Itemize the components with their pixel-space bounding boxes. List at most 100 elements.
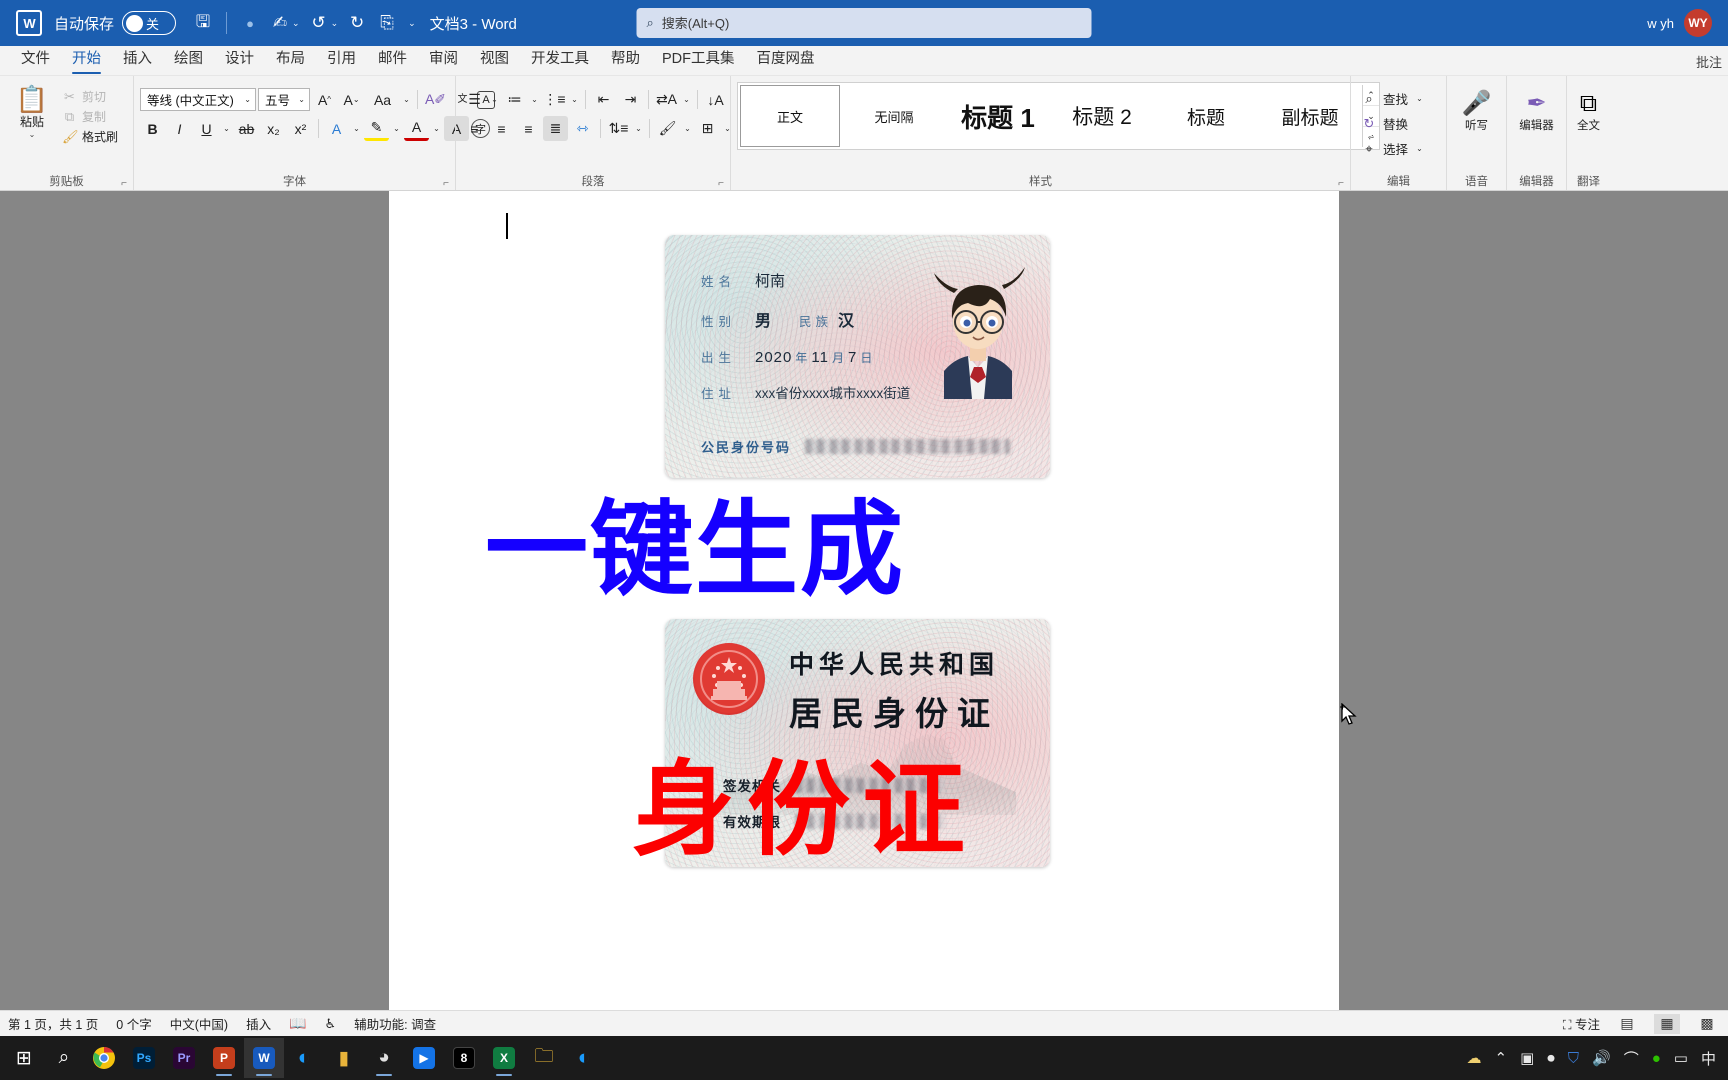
ime-indicator[interactable]: 中 [1701, 1048, 1716, 1069]
format-painter-button[interactable]: 🖌 格式刷 [62, 128, 118, 145]
tab-pdf-tools[interactable]: PDF工具集 [651, 43, 746, 75]
search-box[interactable]: ⌕ [636, 8, 1092, 38]
replace-button[interactable]: ↻ 替换 [1357, 112, 1408, 135]
redo-icon[interactable]: ↻ [342, 8, 372, 38]
focus-button[interactable]: ⛶ 专注 [1563, 1014, 1600, 1033]
search-taskbar-icon[interactable]: ⌕ [44, 1038, 84, 1078]
tab-developer[interactable]: 开发工具 [520, 43, 600, 75]
premiere-icon[interactable]: Pr [164, 1038, 204, 1078]
bullets-chevron-down-icon[interactable]: ⌄ [489, 95, 500, 104]
numbered-list-icon[interactable]: ≔ [502, 87, 527, 112]
increase-indent-icon[interactable]: ⇥ [618, 87, 643, 112]
search-input[interactable] [661, 15, 1082, 31]
word-icon[interactable]: W [244, 1038, 284, 1078]
avatar[interactable]: WY [1684, 9, 1712, 37]
wechat-icon[interactable]: ● [1652, 1050, 1661, 1067]
video-editor-icon[interactable]: ▶ [404, 1038, 444, 1078]
show-hidden-icons-chevron[interactable]: ⌃ [1494, 1049, 1507, 1067]
language-label[interactable]: 中文(中国) [170, 1014, 228, 1033]
chrome-icon[interactable] [84, 1038, 124, 1078]
tab-insert[interactable]: 插入 [112, 43, 163, 75]
style-item-heading-1[interactable]: 标题 1 [948, 85, 1048, 147]
find-button[interactable]: ⌕ 查找 ⌄ [1357, 87, 1425, 110]
highlight-color-icon[interactable]: ✎ [364, 116, 389, 141]
tab-mailings[interactable]: 邮件 [367, 43, 418, 75]
bold-button[interactable]: B [140, 116, 165, 141]
undo-icon[interactable]: ↺ [304, 8, 334, 38]
print-layout-icon[interactable]: ▦ [1654, 1013, 1680, 1034]
font-size-chevron-down-icon[interactable]: ⌄ [298, 95, 305, 104]
asian-layout-chevron-down-icon[interactable]: ⌄ [681, 95, 692, 104]
text-effects-chevron-down-icon[interactable]: ⌄ [351, 124, 362, 133]
line-spacing-icon[interactable]: ⇅≡ [606, 116, 631, 141]
document-page[interactable]: 姓名 柯南 性别 男 民族 汉 出生 2020 年 11 月 7 日 住址 xx… [389, 191, 1357, 1010]
tab-home[interactable]: 开始 [61, 43, 112, 75]
font-name-combo[interactable]: 等线 (中文正文) ⌄ [140, 88, 256, 111]
asian-layout-icon[interactable]: ⇄A [654, 87, 679, 112]
style-item-title[interactable]: 标题 [1156, 85, 1256, 147]
bullet-list-icon[interactable]: ☰ [462, 87, 487, 112]
font-color-chevron-down-icon[interactable]: ⌄ [431, 124, 442, 133]
weather-icon[interactable]: ☁ [1466, 1049, 1481, 1067]
editor-button[interactable]: ✒ 编辑器 [1513, 87, 1560, 133]
touch-mode-icon[interactable]: ✍ [265, 8, 295, 38]
microphone-tray-icon[interactable]: ⏺ [1547, 1050, 1555, 1067]
underline-button[interactable]: U [194, 116, 219, 141]
paste-button[interactable]: 📋 粘贴 ⌄ [6, 82, 58, 139]
highlight-chevron-down-icon[interactable]: ⌄ [391, 124, 402, 133]
tab-view[interactable]: 视图 [469, 43, 520, 75]
distribute-icon[interactable]: ⇿ [570, 116, 595, 141]
network-icon[interactable]: ⌒ [1624, 1048, 1639, 1069]
borders-icon[interactable]: ⊞ [695, 116, 720, 141]
copy-button[interactable]: ⧉ 复制 [62, 108, 118, 125]
italic-button[interactable]: I [167, 116, 192, 141]
clear-formatting-icon[interactable]: A✐ [423, 87, 448, 112]
strikethrough-icon[interactable]: ab [234, 116, 259, 141]
shrink-font-icon[interactable]: A ⌄ [339, 87, 364, 112]
tab-review[interactable]: 审阅 [418, 43, 469, 75]
recorder-icon[interactable]: ◕ [364, 1038, 404, 1078]
document-canvas[interactable]: 姓名 柯南 性别 男 民族 汉 出生 2020 年 11 月 7 日 住址 xx… [0, 191, 1728, 1010]
translate-button[interactable]: ⧉ 全文 [1573, 87, 1604, 133]
find-chevron-down-icon[interactable]: ⌄ [1414, 94, 1425, 103]
numbering-chevron-down-icon[interactable]: ⌄ [529, 95, 540, 104]
quark-2-icon[interactable]: ◐ [564, 1038, 604, 1078]
comments-button[interactable]: 批注 [1696, 52, 1722, 71]
superscript-button[interactable]: x² [288, 116, 313, 141]
align-right-icon[interactable]: ≡ [516, 116, 541, 141]
font-dialog-launcher-icon[interactable]: ⌐ [443, 175, 449, 190]
underline-chevron-down-icon[interactable]: ⌄ [221, 124, 232, 133]
camera-icon[interactable]: ▣ [1520, 1049, 1534, 1067]
accessibility-label[interactable]: 辅助功能: 调查 [354, 1014, 436, 1033]
undo-chevron-down-icon[interactable]: ⌄ [331, 18, 339, 29]
photoshop-icon[interactable]: Ps [124, 1038, 164, 1078]
dictate-button[interactable]: 🎤 听写 [1453, 87, 1500, 133]
file-explorer-icon[interactable]: 🗀 [524, 1038, 564, 1078]
tab-layout[interactable]: 布局 [265, 43, 316, 75]
word-count-label[interactable]: 0 个字 [116, 1014, 151, 1033]
align-left-icon[interactable]: ≡ [462, 116, 487, 141]
decrease-indent-icon[interactable]: ⇤ [591, 87, 616, 112]
shading-icon[interactable]: 🖌 [655, 116, 680, 141]
autosave-toggle[interactable]: 关 [122, 11, 177, 35]
touch-mode-chevron-down-icon[interactable]: ⌄ [292, 18, 300, 29]
tab-help[interactable]: 帮助 [600, 43, 651, 75]
id-card-back-image[interactable]: 中华人民共和国 居民身份证 签发机关 有效期限 [665, 619, 1050, 867]
wps-icon[interactable]: ▮ [324, 1038, 364, 1078]
tab-draw[interactable]: 绘图 [163, 43, 214, 75]
paste-chevron-down-icon[interactable]: ⌄ [29, 131, 36, 139]
proofing-icon[interactable]: 📖 [289, 1015, 306, 1032]
read-mode-icon[interactable]: ▤ [1614, 1014, 1640, 1034]
volume-icon[interactable]: 🔊 [1592, 1049, 1611, 1067]
page-info-label[interactable]: 第 1 页，共 1 页 [8, 1014, 98, 1033]
style-item-body[interactable]: 正文 [740, 85, 840, 147]
tab-file[interactable]: 文件 [10, 43, 61, 75]
sort-icon[interactable]: ↓A [703, 87, 728, 112]
line-spacing-chevron-down-icon[interactable]: ⌄ [633, 124, 644, 133]
powerpoint-icon[interactable]: P [204, 1038, 244, 1078]
select-button[interactable]: ⌖ 选择 ⌄ [1357, 137, 1425, 160]
capcut-icon[interactable]: 8 [444, 1038, 484, 1078]
select-chevron-down-icon[interactable]: ⌄ [1414, 144, 1425, 153]
start-button[interactable]: ⊞ [4, 1038, 44, 1078]
security-shield-icon[interactable]: ⛉ [1568, 1050, 1579, 1067]
